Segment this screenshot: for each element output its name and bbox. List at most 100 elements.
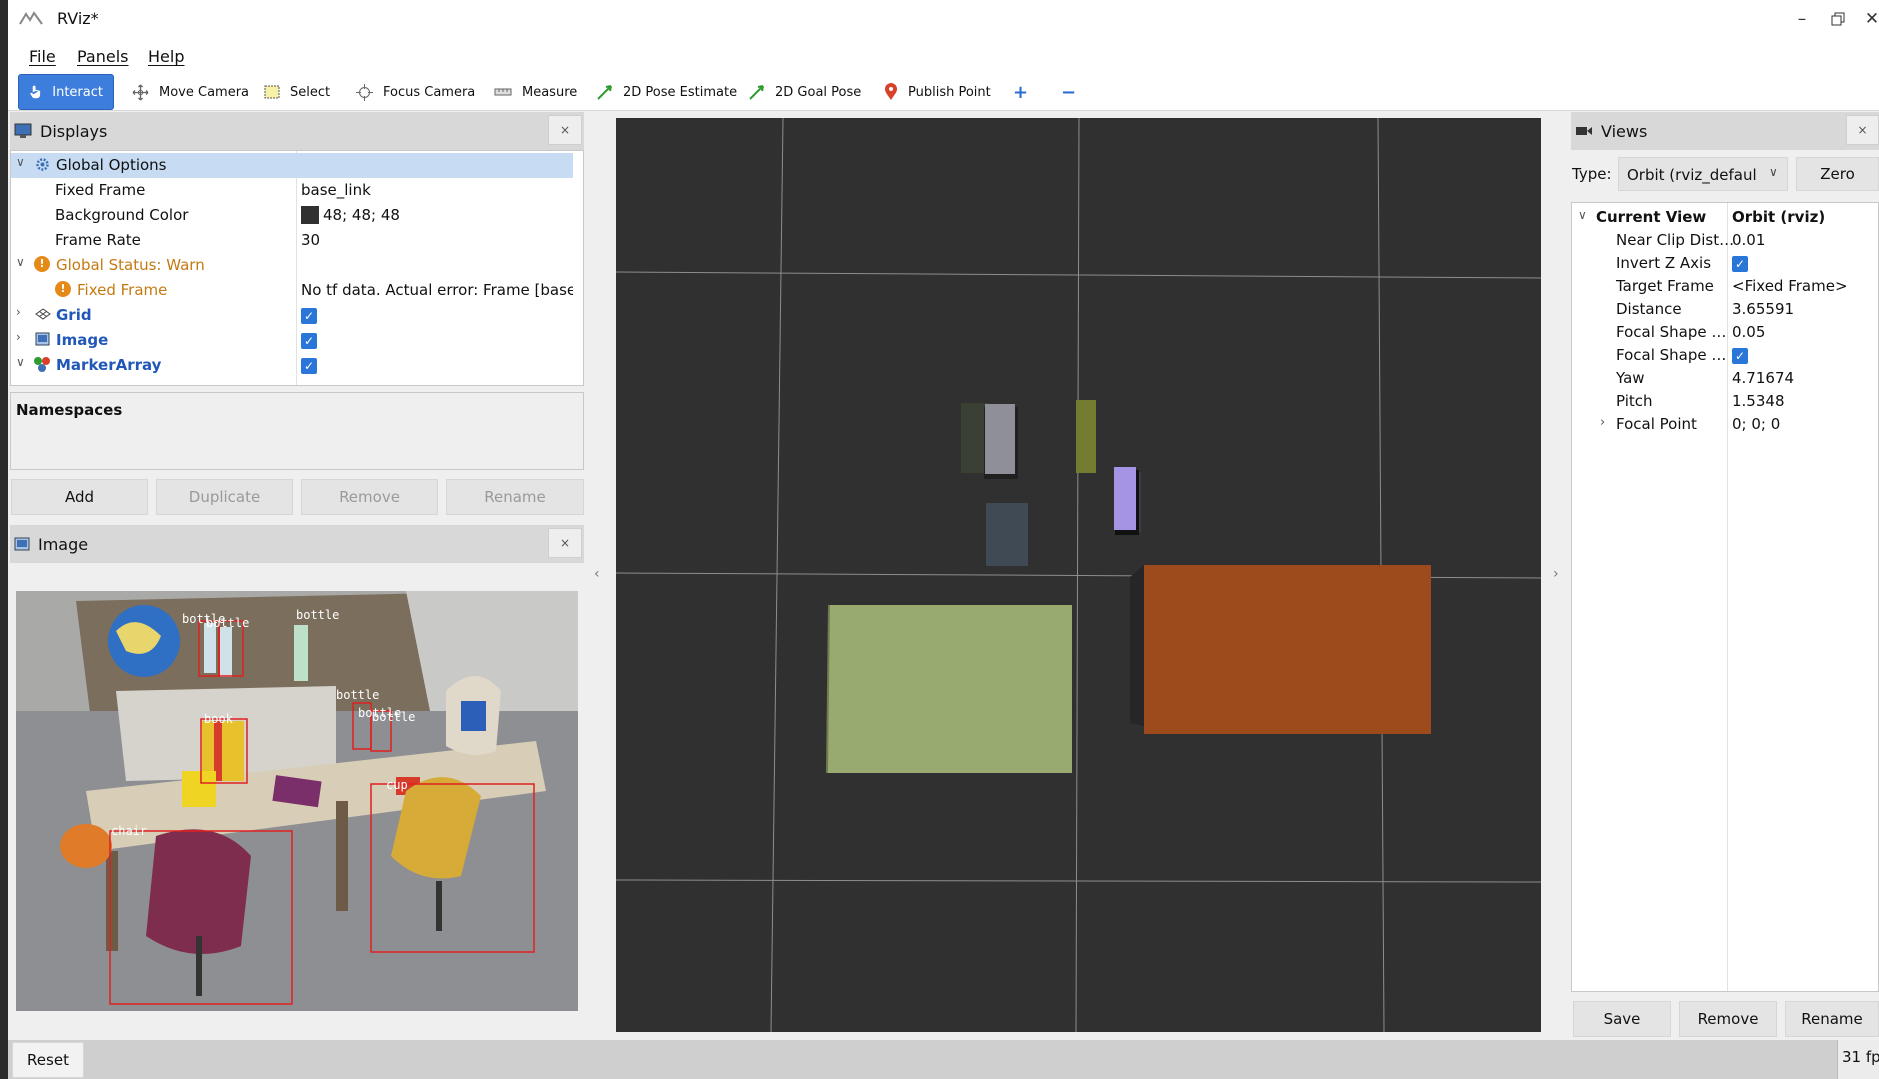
checkmark-icon: ✓ xyxy=(1732,256,1748,272)
render-viewport[interactable] xyxy=(616,118,1541,1032)
image-checkbox[interactable]: ✓ xyxy=(301,331,317,349)
measure-tool-button[interactable]: Measure xyxy=(484,74,587,110)
image-label: Image xyxy=(56,331,109,349)
tree-row-frame-rate[interactable]: Frame Rate 30 xyxy=(11,228,573,253)
frame-rate-value[interactable]: 30 xyxy=(301,231,320,249)
remove-display-button[interactable]: Remove xyxy=(301,479,438,515)
chevron-right-icon[interactable]: › xyxy=(16,330,21,344)
tree-row-global-status[interactable]: ∨ ! Global Status: Warn xyxy=(11,253,573,278)
detection-label: cup xyxy=(386,778,408,792)
scene-3d[interactable] xyxy=(616,118,1541,1032)
tree-row-fixed-frame[interactable]: Fixed Frame base_link xyxy=(11,178,573,203)
displays-close-button[interactable]: × xyxy=(548,115,582,145)
pitch-value[interactable]: 1.5348 xyxy=(1732,392,1785,410)
focal-shape-fixed-label: Focal Shape … xyxy=(1616,346,1727,364)
close-icon: × xyxy=(559,123,571,137)
select-tool-button[interactable]: Select xyxy=(254,74,340,110)
grid-checkbox[interactable]: ✓ xyxy=(301,306,317,324)
focus-camera-tool-button[interactable]: Focus Camera xyxy=(346,74,485,110)
tree-row-background-color[interactable]: Background Color 48; 48; 48 xyxy=(11,203,573,228)
select-rectangle-icon xyxy=(264,85,280,99)
pose-estimate-tool-button[interactable]: 2D Pose Estimate xyxy=(586,74,747,110)
menu-help[interactable]: Help xyxy=(148,47,184,66)
fixed-frame-label: Fixed Frame xyxy=(55,181,146,199)
view-prop-focal-shape-fixed[interactable]: Focal Shape … ✓ xyxy=(1572,344,1878,367)
rename-view-button[interactable]: Rename xyxy=(1785,1001,1879,1037)
view-prop-near-clip[interactable]: Near Clip Dist… 0.01 xyxy=(1572,229,1878,252)
tree-row-status-fixed-frame[interactable]: ! Fixed Frame No tf data. Actual error: … xyxy=(11,278,573,303)
status-fixed-frame-label: Fixed Frame xyxy=(77,281,168,299)
camera-image-view: bottle bottle bottle bottle bottle bottl… xyxy=(16,591,578,1011)
distance-value[interactable]: 3.65591 xyxy=(1732,300,1794,318)
publish-point-tool-button[interactable]: Publish Point xyxy=(874,74,1001,110)
marker-array-icon xyxy=(34,357,50,372)
collapse-right-handle[interactable]: › xyxy=(1553,566,1559,582)
near-clip-value[interactable]: 0.01 xyxy=(1732,231,1765,249)
collapse-left-handle[interactable]: ‹ xyxy=(594,566,600,582)
fixed-frame-value[interactable]: base_link xyxy=(301,181,371,199)
views-close-button[interactable]: × xyxy=(1846,115,1879,145)
view-type-value: Orbit (rviz_defaul xyxy=(1627,166,1757,184)
rename-display-button[interactable]: Rename xyxy=(446,479,584,515)
tree-row-markerarray[interactable]: ∨ MarkerArray ✓ xyxy=(11,353,573,378)
global-status-label: Global Status: Warn xyxy=(56,256,205,274)
focal-shape-size-label: Focal Shape … xyxy=(1616,323,1727,341)
reset-button[interactable]: Reset xyxy=(12,1042,84,1078)
view-prop-pitch[interactable]: Pitch 1.5348 xyxy=(1572,390,1878,413)
window-title: RViz* xyxy=(57,9,99,28)
focal-point-value[interactable]: 0; 0; 0 xyxy=(1732,415,1780,433)
restore-icon[interactable] xyxy=(1824,6,1852,32)
chevron-down-icon[interactable]: ∨ xyxy=(1578,208,1587,222)
view-prop-distance[interactable]: Distance 3.65591 xyxy=(1572,298,1878,321)
color-swatch[interactable] xyxy=(301,206,319,224)
minimize-icon[interactable]: – xyxy=(1788,6,1816,32)
detection-label: bottle xyxy=(296,608,339,622)
menu-file[interactable]: File xyxy=(29,47,56,66)
chevron-down-icon[interactable]: ∨ xyxy=(16,255,25,269)
interact-tool-button[interactable]: Interact xyxy=(18,74,114,110)
tree-row-global-options[interactable]: ∨ Global Options xyxy=(11,153,573,178)
focal-shape-size-value[interactable]: 0.05 xyxy=(1732,323,1765,341)
background-color-value[interactable]: 48; 48; 48 xyxy=(301,206,400,224)
checkmark-icon: ✓ xyxy=(301,333,317,349)
save-view-button[interactable]: Save xyxy=(1573,1001,1671,1037)
views-tree-header[interactable]: ∨ Current View Orbit (rviz) xyxy=(1572,206,1878,229)
chevron-down-icon[interactable]: ∨ xyxy=(16,355,25,369)
background-color-text: 48; 48; 48 xyxy=(323,206,400,224)
duplicate-display-button[interactable]: Duplicate xyxy=(156,479,293,515)
yaw-value[interactable]: 4.71674 xyxy=(1732,369,1794,387)
view-prop-invert-z[interactable]: Invert Z Axis ✓ xyxy=(1572,252,1878,275)
invert-z-checkbox[interactable]: ✓ xyxy=(1732,254,1748,272)
view-prop-focal-shape-size[interactable]: Focal Shape … 0.05 xyxy=(1572,321,1878,344)
focal-shape-fixed-checkbox[interactable]: ✓ xyxy=(1732,346,1748,364)
close-window-icon[interactable]: ✕ xyxy=(1858,6,1879,32)
move-camera-tool-button[interactable]: Move Camera xyxy=(122,74,259,110)
hand-pointer-icon xyxy=(30,85,41,99)
view-prop-yaw[interactable]: Yaw 4.71674 xyxy=(1572,367,1878,390)
remove-tool-button[interactable]: − xyxy=(1051,74,1086,110)
image-panel-icon xyxy=(14,537,30,551)
tree-row-image[interactable]: › Image ✓ xyxy=(11,328,573,353)
markerarray-checkbox[interactable]: ✓ xyxy=(301,356,317,374)
goal-pose-tool-button[interactable]: 2D Goal Pose xyxy=(738,74,871,110)
tree-row-grid[interactable]: › Grid ✓ xyxy=(11,303,573,328)
view-type-dropdown[interactable]: Orbit (rviz_defaul ∨ xyxy=(1618,157,1788,191)
ruler-icon xyxy=(494,88,512,96)
chevron-right-icon[interactable]: › xyxy=(1600,415,1605,430)
chevron-right-icon[interactable]: › xyxy=(16,305,21,319)
select-label: Select xyxy=(290,84,331,100)
add-tool-button[interactable]: + xyxy=(1003,74,1038,110)
goal-pose-label: 2D Goal Pose xyxy=(775,84,862,100)
view-prop-target-frame[interactable]: Target Frame <Fixed Frame> xyxy=(1572,275,1878,298)
focus-camera-label: Focus Camera xyxy=(383,84,476,100)
menu-panels[interactable]: Panels xyxy=(77,47,129,66)
zero-button[interactable]: Zero xyxy=(1796,157,1879,191)
view-prop-focal-point[interactable]: › Focal Point 0; 0; 0 xyxy=(1572,413,1878,436)
image-panel-close-button[interactable]: × xyxy=(548,528,582,558)
target-frame-value[interactable]: <Fixed Frame> xyxy=(1732,277,1848,295)
image-panel-header: Image xyxy=(10,525,584,563)
add-display-button[interactable]: Add xyxy=(11,479,148,515)
chevron-down-icon[interactable]: ∨ xyxy=(16,155,25,169)
remove-view-button[interactable]: Remove xyxy=(1679,1001,1777,1037)
displays-panel-header: Displays xyxy=(10,112,584,150)
